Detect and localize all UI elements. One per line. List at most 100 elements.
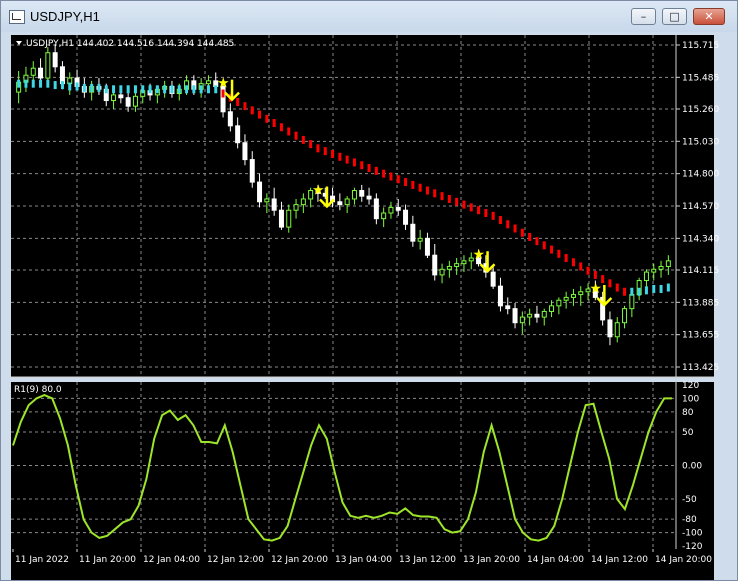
trend-line-marker [579, 262, 583, 271]
trend-line-marker [433, 189, 437, 198]
chart-canvas[interactable]: 115.715 115.485 115.260 115.030 114.800 114.5… [8, 32, 730, 580]
close-button[interactable]: ✕ [693, 8, 725, 25]
oscillator-level-label: 100 [682, 394, 699, 404]
trend-line-marker [374, 166, 378, 175]
trend-line-marker [447, 194, 451, 203]
candle-body [344, 198, 350, 206]
trend-line-marker [404, 178, 408, 187]
candle-body [264, 198, 270, 203]
trend-line-marker [272, 119, 276, 128]
trend-line-marker [75, 82, 79, 91]
candle-body [570, 294, 576, 298]
minimize-button[interactable]: – [631, 8, 656, 25]
candle-body [497, 285, 503, 307]
trend-line-marker [265, 114, 269, 123]
candle-body [541, 310, 547, 318]
trend-line-marker [170, 85, 174, 94]
candle-body [665, 260, 671, 267]
oscillator-level-label: -50 [682, 495, 697, 505]
chart-window: USDJPY,H1 – □ ✕ 115.715 115.485 115.260 115… [0, 0, 738, 581]
trend-line-marker [484, 209, 488, 218]
main-panel-header: USDJPY,H1 144.402 144.516 144.394 144.48… [26, 39, 234, 49]
trend-line-marker [243, 102, 247, 111]
chart-area[interactable]: 115.715 115.485 115.260 115.030 114.800 114.5… [8, 32, 730, 580]
trend-line-marker [382, 169, 386, 178]
trend-line-marker [506, 220, 510, 229]
oscillator-level-label: 50 [682, 428, 694, 438]
trend-line-marker [155, 85, 159, 94]
trend-line-marker [126, 85, 130, 94]
trend-line-marker [396, 175, 400, 184]
trend-line-marker [31, 79, 35, 88]
candle-body [395, 206, 401, 211]
candle-body [249, 159, 255, 183]
candle-body [257, 181, 263, 203]
signal-star-icon: ★ [217, 76, 230, 92]
price-level-label: 115.260 [682, 105, 719, 115]
trend-line-marker [141, 85, 145, 94]
candle-body [643, 271, 649, 282]
window-titlebar[interactable]: USDJPY,H1 – □ ✕ [1, 1, 737, 32]
candle-body [271, 198, 277, 211]
candle-body [235, 125, 241, 144]
trend-line-marker [498, 216, 502, 225]
time-label: 13 Jan 04:00 [335, 555, 392, 565]
trend-line-marker [345, 155, 349, 164]
trend-line-marker [462, 200, 466, 209]
oscillator-level-label: -120 [682, 542, 703, 552]
candle-body [242, 142, 248, 161]
trend-line-marker [294, 131, 298, 140]
close-icon: ✕ [704, 10, 714, 23]
trend-line-marker [287, 127, 291, 136]
trend-line-marker [550, 245, 554, 254]
maximize-button[interactable]: □ [662, 8, 687, 25]
price-level-label: 115.715 [682, 41, 719, 51]
candle-body [300, 198, 306, 206]
candle-body [446, 265, 452, 270]
candle-body [432, 254, 438, 276]
trend-line-marker [571, 258, 575, 267]
trend-line-marker [389, 172, 393, 181]
trend-line-marker [119, 85, 123, 94]
trend-line-marker [82, 83, 86, 92]
time-label: 12 Jan 04:00 [143, 555, 200, 565]
candle-body [30, 67, 36, 76]
trend-line-marker [68, 82, 72, 91]
price-level-label: 113.425 [682, 363, 719, 373]
trend-line-marker [666, 283, 670, 292]
candle-body [651, 268, 657, 273]
time-label: 11 Jan 20:00 [79, 555, 136, 565]
candle-body [512, 308, 518, 324]
trend-line-marker [477, 206, 481, 215]
trend-line-marker [535, 237, 539, 246]
trend-line-marker [17, 79, 21, 88]
candle-body [38, 67, 44, 79]
candle-body [205, 80, 211, 85]
trend-line-marker [46, 79, 50, 88]
trend-line-marker [455, 197, 459, 206]
trend-line-marker [177, 85, 181, 94]
price-level-label: 115.485 [682, 73, 719, 83]
oscillator-level-label: 120 [682, 381, 699, 391]
candle-body [45, 52, 51, 79]
oscillator-level-label: -80 [682, 515, 697, 525]
candle-body [454, 263, 460, 267]
window-title: USDJPY,H1 [30, 9, 100, 24]
trend-line-marker [659, 284, 663, 293]
candle-body [132, 95, 138, 107]
time-label: 12 Jan 12:00 [207, 555, 264, 565]
trend-line-marker [425, 186, 429, 195]
candle-body [417, 237, 423, 242]
trend-line-marker [557, 249, 561, 258]
candle-body [607, 319, 613, 338]
trend-line-marker [258, 110, 262, 119]
candle-body [388, 206, 394, 214]
candle-body [359, 190, 365, 197]
trend-line-marker [623, 287, 627, 296]
trend-line-marker [250, 106, 254, 115]
candle-body [403, 209, 409, 225]
candle-body [381, 212, 387, 220]
candle-body [373, 198, 379, 220]
time-label: 14 Jan 04:00 [527, 555, 584, 565]
trend-line-marker [301, 135, 305, 144]
